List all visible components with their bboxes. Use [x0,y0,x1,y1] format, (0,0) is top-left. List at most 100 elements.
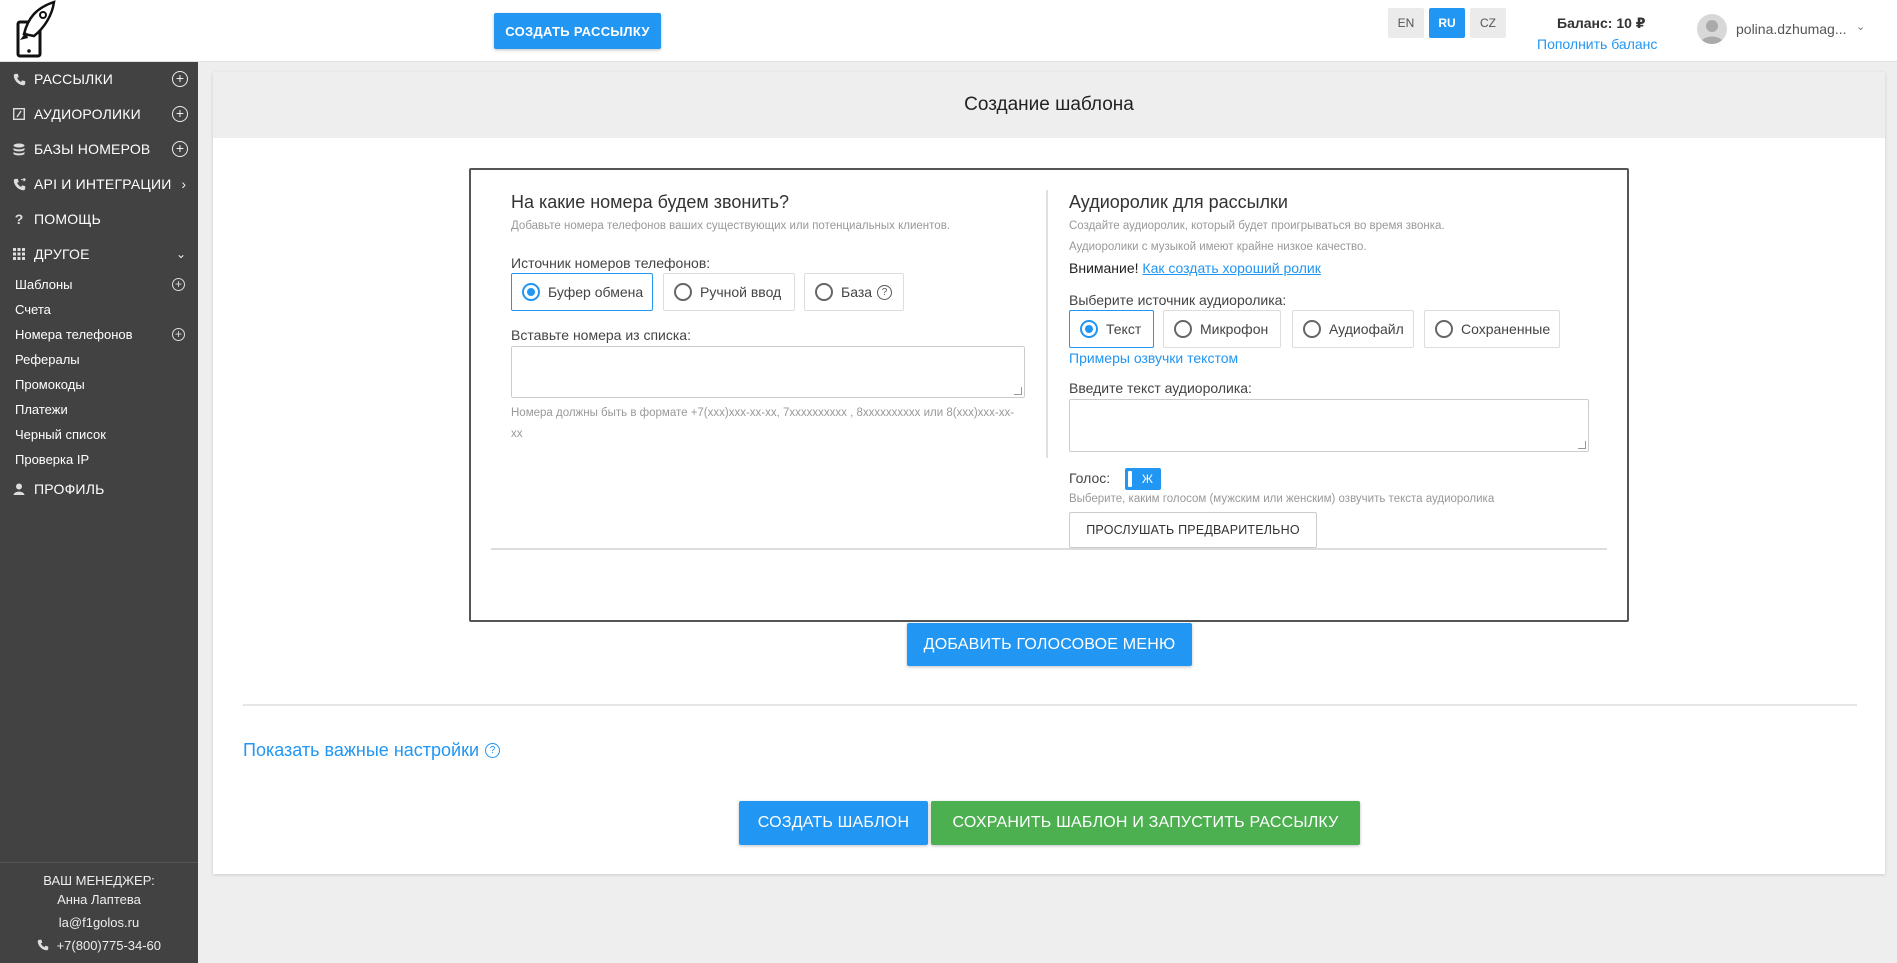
source-database-radio[interactable]: База ? [804,273,904,311]
page-title: Создание шаблона [213,72,1885,138]
numbers-hint: Добавьте номера телефонов ваших существу… [511,220,950,232]
audio-source-file-radio[interactable]: Аудиофайл [1292,310,1414,348]
source-manual-radio[interactable]: Ручной ввод [663,273,795,311]
radio-circle [1174,320,1192,338]
manager-email[interactable]: la@f1golos.ru [0,915,198,930]
attention-row: Внимание! Как создать хороший ролик [1069,260,1321,276]
advanced-settings-link[interactable]: Показать важные настройки ? [243,740,501,761]
add-circle-icon[interactable]: + [172,106,188,122]
sidebar-subitem-label: Рефералы [15,351,80,367]
audio-source-text-radio[interactable]: Текст [1069,310,1154,348]
radio-label: Буфер обмена [548,284,644,300]
tts-examples-link[interactable]: Примеры озвучки текстом [1069,350,1238,366]
manager-phone-row: +7(800)775-34-60 [0,938,198,953]
manager-title: ВАШ МЕНЕДЖЕР: [43,873,155,888]
add-circle-icon[interactable]: + [172,277,185,291]
add-voice-menu-button[interactable]: ДОБАВИТЬ ГОЛОСОВОЕ МЕНЮ [907,623,1192,666]
sidebar-subitem-payments[interactable]: Платежи [15,399,195,419]
sidebar-subitem-referrals[interactable]: Рефералы [15,349,195,369]
sidebar-subitem-label: Платежи [15,401,68,417]
create-campaign-button[interactable]: СОЗДАТЬ РАССЫЛКУ [494,13,661,49]
add-circle-icon[interactable]: + [172,71,188,87]
top-bar: СОЗДАТЬ РАССЫЛКУ EN RU CZ Баланс: 10 ₽ П… [0,0,1897,62]
sidebar-item-label: ДРУГОЕ [34,246,90,262]
help-icon: ? [14,211,24,227]
sidebar-item-label: РАССЫЛКИ [34,71,114,87]
sidebar-item-databases[interactable]: БАЗЫ НОМЕРОВ + [0,134,198,164]
sidebar-subitem-label: Номера телефонов [15,326,133,342]
manager-name: Анна Лаптева [57,892,141,907]
sidebar-item-api[interactable]: API И ИНТЕГРАЦИИ › [0,169,198,199]
sidebar-item-label: API И ИНТЕГРАЦИИ [34,176,172,192]
user-icon [12,482,26,496]
sidebar-subitem-label: Промокоды [15,376,85,392]
template-card: Создание шаблона На какие номера будем з… [213,72,1885,874]
audio-icon [12,107,26,121]
phone-forward-icon [12,177,26,191]
numbers-heading: На какие номера будем звонить? [511,192,790,212]
create-template-button[interactable]: СОЗДАТЬ ШАБЛОН [739,801,928,845]
sidebar-subitem-label: Счета [15,301,51,317]
sidebar-subitem-label: Шаблоны [15,276,73,292]
radio-label: База [841,284,873,300]
username[interactable]: polina.dzhumag... [1736,21,1847,37]
sidebar-item-campaigns[interactable]: РАССЫЛКИ + [0,64,198,94]
sidebar-item-other[interactable]: ДРУГОЕ ⌄ [0,239,198,269]
sidebar-subitem-blacklist[interactable]: Черный список [15,424,195,444]
voice-label: Голос: [1069,470,1111,486]
sidebar-subitem-templates[interactable]: Шаблоны + [15,274,195,294]
lang-en-button[interactable]: EN [1388,8,1424,38]
topup-link[interactable]: Пополнить баланс [1537,36,1657,52]
sidebar-subitem-ip-check[interactable]: Проверка IP [15,449,195,469]
radio-circle [1435,320,1453,338]
good-audio-guide-link[interactable]: Как создать хороший ролик [1142,260,1320,276]
radio-circle [815,283,833,301]
form-divider [491,548,1607,550]
sidebar-item-audio[interactable]: АУДИОРОЛИКИ + [0,99,198,129]
radio-label: Микрофон [1200,321,1269,337]
lang-cz-button[interactable]: CZ [1470,8,1506,38]
attention-label: Внимание! [1069,260,1139,276]
save-and-start-button[interactable]: СОХРАНИТЬ ШАБЛОН И ЗАПУСТИТЬ РАССЫЛКУ [931,801,1360,845]
phone-icon [37,938,57,953]
sidebar: РАССЫЛКИ + АУДИОРОЛИКИ + БАЗЫ НОМЕРОВ + … [0,62,198,963]
radio-circle [522,283,540,301]
add-circle-icon[interactable]: + [172,327,185,341]
audio-textarea[interactable] [1069,399,1589,452]
logo[interactable] [14,0,60,58]
sidebar-subitem-phone-numbers[interactable]: Номера телефонов + [15,324,195,344]
radio-label: Ручной ввод [700,284,782,300]
chevron-right-icon: › [181,176,186,192]
phone-icon [12,72,26,86]
source-clipboard-radio[interactable]: Буфер обмена [511,273,653,311]
voice-toggle-value: Ж [1141,472,1153,486]
numbers-format-hint: Номера должны быть в формате +7(xxx)xxx-… [511,407,1015,440]
manager-panel: ВАШ МЕНЕДЖЕР: Анна Лаптева la@f1golos.ru… [0,862,198,963]
preview-button[interactable]: ПРОСЛУШАТЬ ПРЕДВАРИТЕЛЬНО [1069,512,1317,548]
manager-phone[interactable]: +7(800)775-34-60 [57,938,161,953]
sidebar-subitem-promocodes[interactable]: Промокоды [15,374,195,394]
sidebar-subitem-invoices[interactable]: Счета [15,299,195,319]
radio-label: Аудиофайл [1329,321,1404,337]
numbers-textarea[interactable] [511,346,1025,398]
lang-ru-button[interactable]: RU [1429,8,1465,38]
radio-label: Сохраненные [1461,321,1551,337]
chevron-down-icon[interactable]: ⌄ [1856,20,1865,33]
radio-circle [674,283,692,301]
voice-toggle[interactable]: Ж [1125,468,1161,490]
sidebar-subitem-label: Проверка IP [15,451,90,467]
section-divider [243,704,1857,706]
audio-source-saved-radio[interactable]: Сохраненные [1424,310,1560,348]
sidebar-item-help[interactable]: ? ПОМОЩЬ [0,204,198,234]
sidebar-item-profile[interactable]: ПРОФИЛЬ [0,474,198,504]
avatar[interactable] [1697,14,1727,44]
audio-source-microphone-radio[interactable]: Микрофон [1163,310,1281,348]
grid-icon [12,247,26,261]
advanced-settings-label: Показать важные настройки [243,740,480,760]
audio-source-label: Выберите источник аудиоролика: [1069,292,1287,308]
column-divider [1046,190,1048,458]
audio-hint-2: Аудиоролики с музыкой имеют крайне низко… [1069,241,1367,253]
sidebar-item-label: АУДИОРОЛИКИ [34,106,141,122]
add-circle-icon[interactable]: + [172,141,188,157]
help-circle-icon[interactable]: ? [877,284,893,300]
